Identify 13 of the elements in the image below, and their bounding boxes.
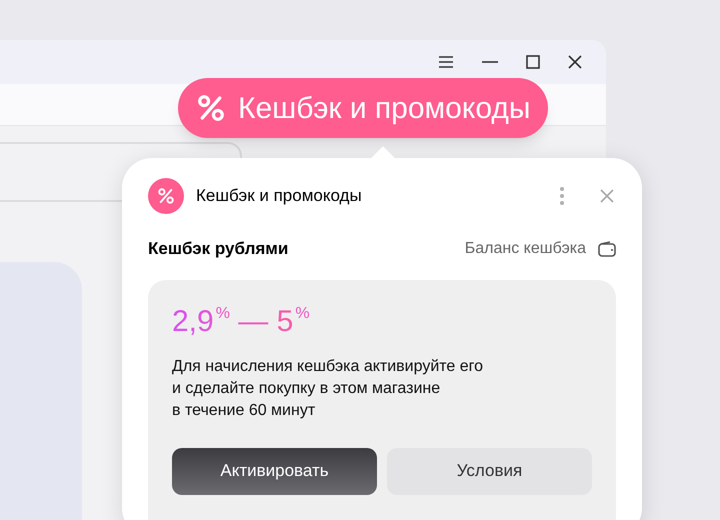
balance-link[interactable]: Баланс кешбэка [464,236,586,261]
section-title: Кешбэк рублями [148,238,290,260]
percent-icon [196,93,226,123]
menu-icon[interactable] [438,55,454,69]
conditions-button[interactable]: Условия [387,448,592,494]
minimize-icon[interactable] [482,61,498,63]
close-icon[interactable] [568,55,582,69]
popup-title: Кешбэк и промокоды [196,185,363,208]
percent-icon [157,187,175,205]
activate-button[interactable]: Активировать [172,448,377,494]
offer-description: Для начисления кешбэка активируйте его и сделайте покупку в этом магазине в течение 60 минут [172,356,484,420]
wallet-icon [598,240,616,257]
maximize-icon[interactable] [526,55,540,69]
